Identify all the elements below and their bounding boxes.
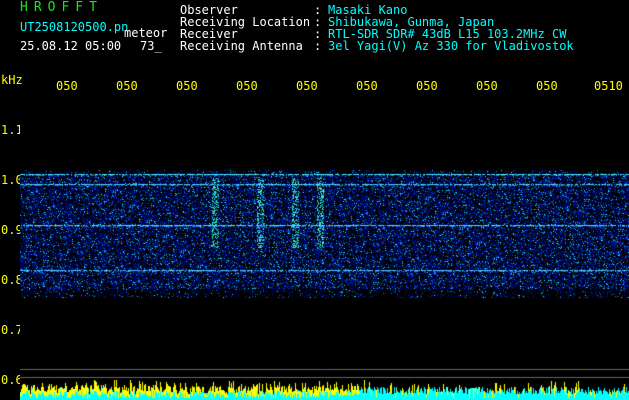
antenna-value: 3el Yagi(V) Az 330 for Vladivostok [328,39,574,53]
x-tick-4: 050 [236,79,258,93]
antenna-label: Receiving Antenna [180,39,303,53]
x-tick-1: 050 [56,79,78,93]
hrofft-screen: HROFFT UT2508120500.pn meteor 25.08.12 0… [0,0,629,400]
spectrogram-waterfall [20,98,629,380]
x-tick-6: 050 [356,79,378,93]
x-tick-5: 050 [296,79,318,93]
x-tick-2: 050 [116,79,138,93]
antenna-separator: : [314,39,322,53]
y-axis-unit: kHz [1,73,23,87]
observation-datetime: 25.08.12 05:00 [20,39,122,53]
x-tick-8: 050 [476,79,498,93]
image-filename: UT2508120500.pn [20,20,129,34]
app-title: HROFFT [20,0,103,15]
signal-level-bar [20,380,629,400]
x-tick-10: 0510 [594,79,623,93]
x-tick-7: 050 [416,79,438,93]
x-tick-3: 050 [176,79,198,93]
x-tick-9: 050 [536,79,558,93]
meteor-count: 73_ [140,39,162,53]
